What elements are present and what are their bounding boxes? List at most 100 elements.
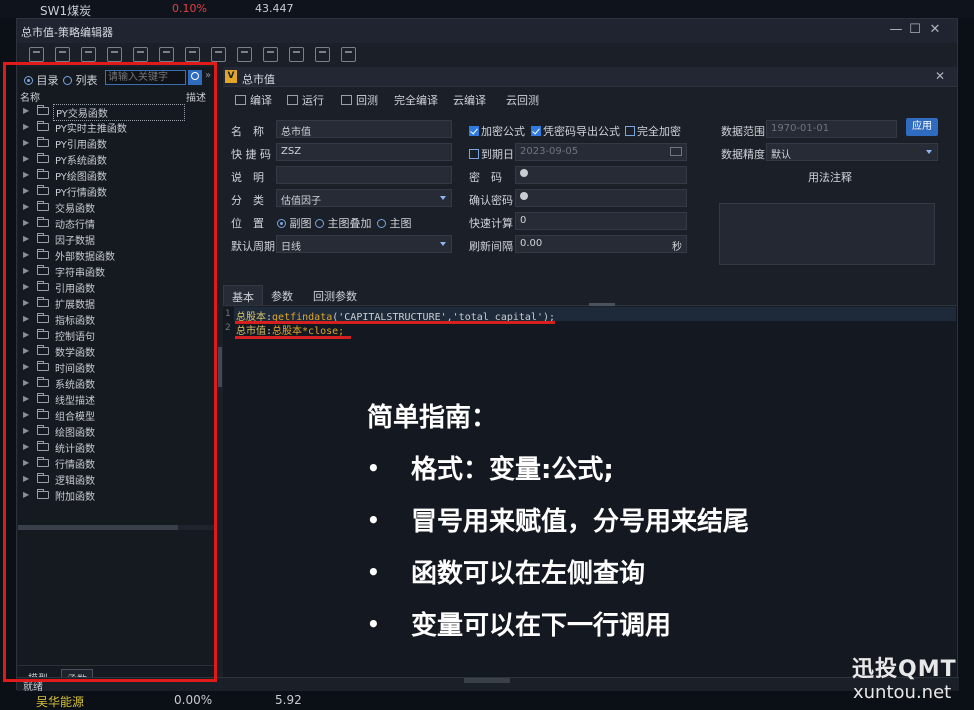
expand-arrow-icon[interactable]: ▶ <box>23 298 29 307</box>
code-line-2[interactable]: 总市值:总股本*close; <box>236 322 344 337</box>
full-encrypt-checkbox[interactable]: 完全加密 <box>625 123 681 139</box>
expand-arrow-icon[interactable]: ▶ <box>23 170 29 179</box>
document-icon[interactable] <box>237 47 252 62</box>
code-editor[interactable]: 1 2 总股本:getfindata('CAPITALSTRUCTURE','t… <box>223 307 957 689</box>
close-tab-icon[interactable]: ✕ <box>935 69 945 83</box>
tree-folder-item[interactable]: ▶ 扩展数据 <box>18 295 216 311</box>
tree-folder-item[interactable]: ▶ PY实时主推函数 <box>18 119 216 135</box>
tree-folder-item[interactable]: ▶ 逻辑函数 <box>18 471 216 487</box>
column-desc-header[interactable]: 描述 <box>186 89 206 104</box>
tree-horizontal-scrollbar[interactable] <box>18 525 216 530</box>
tab-backtest-parameters[interactable]: 回测参数 <box>305 285 365 305</box>
import-icon[interactable] <box>185 47 200 62</box>
expand-arrow-icon[interactable]: ▶ <box>23 378 29 387</box>
column-name-header[interactable]: 名称 <box>20 89 40 104</box>
minimize-button[interactable]: — <box>887 22 905 37</box>
expand-arrow-icon[interactable]: ▶ <box>23 154 29 163</box>
expand-arrow-icon[interactable]: ▶ <box>23 410 29 419</box>
expand-arrow-icon[interactable]: ▶ <box>23 250 29 259</box>
function-search-input[interactable] <box>105 70 186 85</box>
status-resize-grip[interactable] <box>464 678 510 683</box>
expand-arrow-icon[interactable]: ▶ <box>23 474 29 483</box>
document-list-icon[interactable] <box>289 47 304 62</box>
category-select[interactable]: 估值因子 <box>276 189 452 207</box>
position-overlay-option[interactable]: 主图叠加 <box>315 215 372 231</box>
position-subchart-option[interactable]: 副图 <box>277 215 312 231</box>
maximize-button[interactable]: ☐ <box>906 22 924 37</box>
document-tab[interactable]: V 总市值 ✕ <box>223 67 957 87</box>
tree-folder-item[interactable]: ▶ 引用函数 <box>18 279 216 295</box>
position-main-option[interactable]: 主图 <box>377 215 412 231</box>
tree-folder-item[interactable]: ▶ 线型描述 <box>18 391 216 407</box>
expand-arrow-icon[interactable]: ▶ <box>23 314 29 323</box>
compile-button[interactable]: 编译 <box>235 92 272 108</box>
expand-arrow-icon[interactable]: ▶ <box>23 394 29 403</box>
tree-folder-item[interactable]: ▶ 附加函数 <box>18 487 216 503</box>
title-bar[interactable]: 总市值-策略编辑器 — ☐ ✕ <box>17 19 957 43</box>
default-period-select[interactable]: 日线 <box>276 235 452 253</box>
expand-arrow-icon[interactable]: ▶ <box>23 202 29 211</box>
expand-arrow-icon[interactable]: ▶ <box>23 218 29 227</box>
tree-folder-item[interactable]: ▶ PY系统函数 <box>18 151 216 167</box>
view-option-directory[interactable]: 目录 <box>24 72 59 88</box>
calendar-icon[interactable] <box>670 147 682 156</box>
expand-arrow-icon[interactable]: ▶ <box>23 426 29 435</box>
shortcut-field[interactable]: ZSZ <box>276 143 452 161</box>
tree-folder-item[interactable]: ▶ 系统函数 <box>18 375 216 391</box>
apply-button[interactable]: 应用 <box>906 118 938 136</box>
cloud-backtest-button[interactable]: 云回测 <box>506 92 539 108</box>
cloud-compile-button[interactable]: 云编译 <box>453 92 486 108</box>
tab-basic[interactable]: 基本 <box>223 285 263 305</box>
tree-folder-item[interactable]: ▶ PY交易函数 <box>18 103 216 121</box>
tree-folder-item[interactable]: ▶ 字符串函数 <box>18 263 216 279</box>
view-option-list[interactable]: 列表 <box>63 72 98 88</box>
tree-folder-item[interactable]: ▶ 因子数据 <box>18 231 216 247</box>
tree-folder-item[interactable]: ▶ 指标函数 <box>18 311 216 327</box>
password-field[interactable] <box>515 166 687 184</box>
export-icon[interactable] <box>211 47 226 62</box>
tree-folder-item[interactable]: ▶ 统计函数 <box>18 439 216 455</box>
expand-arrow-icon[interactable]: ▶ <box>23 346 29 355</box>
data-precision-select[interactable]: 默认 <box>766 143 938 161</box>
expire-date-field[interactable]: 2023-09-05 <box>515 143 687 161</box>
name-field[interactable]: 总市值 <box>276 120 452 138</box>
document-settings-icon[interactable] <box>315 47 330 62</box>
refresh-interval-field[interactable]: 0.00 秒 <box>515 235 687 253</box>
tree-folder-item[interactable]: ▶ PY引用函数 <box>18 135 216 151</box>
document-search-icon[interactable] <box>341 47 356 62</box>
expand-arrow-icon[interactable]: ▶ <box>23 138 29 147</box>
expand-arrow-icon[interactable]: ▶ <box>23 330 29 339</box>
tree-folder-item[interactable]: ▶ 数学函数 <box>18 343 216 359</box>
expand-arrow-icon[interactable]: ▶ <box>23 442 29 451</box>
confirm-password-field[interactable] <box>515 189 687 207</box>
expand-panel-icon[interactable]: » <box>205 70 211 81</box>
encrypt-formula-checkbox[interactable]: 加密公式 <box>469 123 525 139</box>
search-icon[interactable] <box>188 70 202 85</box>
tree-folder-item[interactable]: ▶ 外部数据函数 <box>18 247 216 263</box>
tree-folder-item[interactable]: ▶ 绘图函数 <box>18 423 216 439</box>
expire-date-checkbox[interactable]: 到期日 <box>469 146 514 162</box>
tree-folder-item[interactable]: ▶ 组合模型 <box>18 407 216 423</box>
font-increase-icon[interactable] <box>159 47 174 62</box>
data-range-field[interactable]: 1970-01-01 <box>766 120 897 138</box>
tree-folder-item[interactable]: ▶ PY行情函数 <box>18 183 216 199</box>
fast-calc-field[interactable]: 0 <box>515 212 687 230</box>
document-check-icon[interactable] <box>263 47 278 62</box>
expand-arrow-icon[interactable]: ▶ <box>23 458 29 467</box>
expand-arrow-icon[interactable]: ▶ <box>23 362 29 371</box>
tree-folder-item[interactable]: ▶ 动态行情 <box>18 215 216 231</box>
tree-folder-item[interactable]: ▶ 时间函数 <box>18 359 216 375</box>
usage-notes-field[interactable] <box>719 203 935 265</box>
expand-arrow-icon[interactable]: ▶ <box>23 266 29 275</box>
export-with-password-checkbox[interactable]: 凭密码导出公式 <box>531 123 620 139</box>
splitter-grip[interactable] <box>218 347 222 387</box>
close-button[interactable]: ✕ <box>926 22 944 37</box>
save-as-icon[interactable] <box>55 47 70 62</box>
editor-resize-grip[interactable] <box>589 303 615 306</box>
copy-icon[interactable] <box>107 47 122 62</box>
expand-arrow-icon[interactable]: ▶ <box>23 234 29 243</box>
tree-folder-item[interactable]: ▶ 交易函数 <box>18 199 216 215</box>
run-button[interactable]: 运行 <box>287 92 324 108</box>
backtest-button[interactable]: 回测 <box>341 92 378 108</box>
save-icon[interactable] <box>29 47 44 62</box>
